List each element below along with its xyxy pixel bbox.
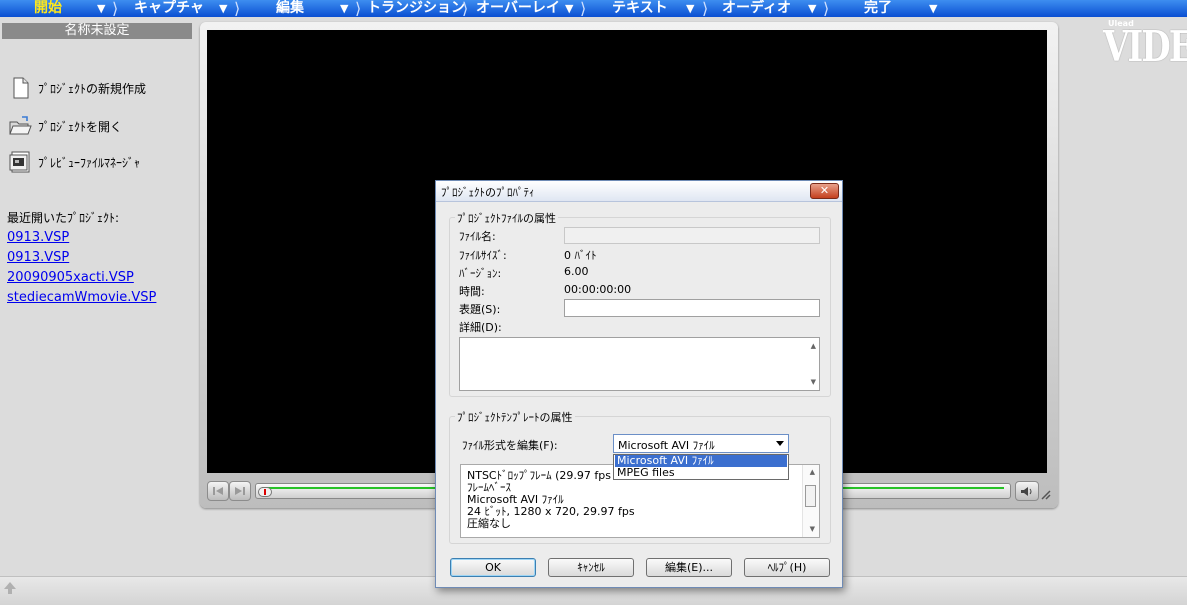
ok-button[interactable]: OK — [450, 558, 536, 577]
step-separator-icon: ⟩ — [234, 0, 241, 17]
scroll-down-icon[interactable]: ▼ — [810, 525, 815, 533]
dialog-titlebar[interactable]: ﾌﾟﾛｼﾞｪｸﾄのﾌﾟﾛﾊﾟﾃｨ ✕ — [436, 181, 842, 202]
step-separator-icon: ⟩ — [355, 0, 362, 17]
volume-button[interactable] — [1015, 481, 1039, 501]
filesize-value: 0 ﾊﾞｲﾄ — [564, 249, 597, 262]
step-finish[interactable]: 完了 — [864, 0, 892, 17]
step-text-label: テキスト — [612, 0, 668, 16]
expand-up-icon[interactable] — [3, 581, 17, 598]
filename-field — [564, 227, 820, 244]
task-preview-file-manager[interactable]: ﾌﾟﾚﾋﾞｭｰﾌｧｲﾙﾏﾈｰｼﾞｬ — [8, 150, 140, 174]
scrollbar-thumb[interactable] — [805, 485, 816, 507]
info-line: 圧縮なし — [467, 517, 511, 530]
file-format-select[interactable]: Microsoft AVI ﾌｧｲﾙ — [613, 434, 789, 453]
step-capture[interactable]: キャプチャ — [134, 0, 204, 17]
speaker-icon — [1021, 487, 1032, 496]
file-format-selected-value: Microsoft AVI ﾌｧｲﾙ — [618, 439, 715, 452]
step-audio-label: オーディオ — [722, 0, 792, 16]
step-text-dropdown-icon[interactable]: ▼ — [686, 2, 694, 15]
step-separator-icon: ⟩ — [112, 0, 119, 17]
edit-button[interactable]: 編集(E)... — [646, 558, 732, 577]
version-label: ﾊﾞｰｼﾞｮﾝ: — [459, 267, 502, 280]
info-scrollbar[interactable]: ▲ ▼ — [802, 465, 819, 537]
step-transition-label: トランジション — [367, 0, 465, 16]
file-attributes-group-label: ﾌﾟﾛｼﾞｪｸﾄﾌｧｲﾙの属性 — [455, 210, 558, 226]
file-format-dropdown-list: Microsoft AVI ﾌｧｲﾙ MPEG files — [613, 454, 789, 480]
file-format-option[interactable]: MPEG files — [615, 467, 787, 479]
filesize-label: ﾌｧｲﾙｻｲｽﾞ: — [459, 249, 507, 262]
task-open-project-label: ﾌﾟﾛｼﾞｪｸﾄを開く — [38, 119, 123, 134]
previous-icon — [213, 487, 223, 495]
previous-frame-button[interactable] — [207, 481, 229, 501]
task-open-project[interactable]: ﾌﾟﾛｼﾞｪｸﾄを開く — [8, 114, 122, 138]
recent-project-link[interactable]: stediecamWmovie.VSP — [7, 290, 156, 305]
step-edit-dropdown-icon[interactable]: ▼ — [340, 2, 348, 15]
step-capture-dropdown-icon[interactable]: ▼ — [219, 2, 227, 15]
recent-projects-title: 最近開いたﾌﾟﾛｼﾞｪｸﾄ: — [7, 211, 120, 225]
file-format-label: ﾌｧｲﾙ形式を編集(F): — [462, 439, 558, 452]
project-properties-dialog: ﾌﾟﾛｼﾞｪｸﾄのﾌﾟﾛﾊﾟﾃｨ ✕ ﾌﾟﾛｼﾞｪｸﾄﾌｧｲﾙの属性 ﾌｧｲﾙ名… — [435, 180, 843, 588]
duration-value: 00:00:00:00 — [564, 283, 632, 296]
step-bar: 開始 ▼ ⟩ キャプチャ ▼ ⟩ 編集 ▼ ⟩ トランジション ⟩ オーバーレイ… — [0, 0, 1187, 17]
step-edit[interactable]: 編集 — [276, 0, 304, 17]
template-attributes-group-label: ﾌﾟﾛｼﾞｪｸﾄﾃﾝﾌﾟﾚｰﾄの属性 — [455, 409, 575, 425]
scroll-up-icon[interactable]: ▲ — [811, 342, 816, 350]
step-separator-icon: ⟩ — [580, 0, 587, 17]
cancel-button[interactable]: ｷｬﾝｾﾙ — [548, 558, 634, 577]
help-button[interactable]: ﾍﾙﾌﾟ(H) — [744, 558, 830, 577]
details-label: 詳細(D): — [459, 321, 502, 334]
step-separator-icon: ⟩ — [702, 0, 709, 17]
new-document-icon — [8, 76, 32, 100]
scrubber-thumb[interactable] — [258, 487, 272, 497]
step-transition[interactable]: トランジション — [367, 0, 465, 17]
videostudio-logo: VIDEOST — [1103, 22, 1187, 72]
version-value: 6.00 — [564, 265, 589, 278]
chevron-down-icon — [776, 441, 784, 446]
recent-project-link[interactable]: 0913.VSP — [7, 250, 69, 265]
step-overlay-label: オーバーレイ — [476, 0, 560, 16]
close-button[interactable]: ✕ — [810, 183, 839, 199]
step-capture-label: キャプチャ — [134, 0, 204, 16]
duration-label: 時間: — [459, 285, 485, 298]
scroll-up-icon[interactable]: ▲ — [810, 468, 815, 476]
preview-file-manager-icon — [8, 150, 32, 174]
task-new-project[interactable]: ﾌﾟﾛｼﾞｪｸﾄの新規作成 — [8, 76, 146, 100]
step-separator-icon: ⟩ — [823, 0, 830, 17]
recent-project-link[interactable]: 0913.VSP — [7, 230, 69, 245]
filename-label: ﾌｧｲﾙ名: — [459, 230, 496, 243]
step-finish-label: 完了 — [864, 0, 892, 16]
dialog-title: ﾌﾟﾛｼﾞｪｸﾄのﾌﾟﾛﾊﾟﾃｨ — [441, 186, 535, 199]
close-icon: ✕ — [819, 184, 830, 197]
next-icon — [235, 487, 245, 495]
step-start-dropdown-icon[interactable]: ▼ — [97, 2, 105, 15]
resize-grip-icon[interactable] — [1041, 489, 1051, 503]
step-overlay-dropdown-icon[interactable]: ▼ — [565, 2, 573, 15]
subject-label: 表題(S): — [459, 303, 501, 316]
step-start-label: 開始 — [34, 0, 62, 16]
subject-input[interactable] — [564, 299, 820, 317]
step-audio-dropdown-icon[interactable]: ▼ — [808, 2, 816, 15]
step-audio[interactable]: オーディオ — [722, 0, 791, 17]
details-textarea[interactable]: ▲ ▼ — [459, 337, 820, 391]
step-finish-dropdown-icon[interactable]: ▼ — [929, 2, 937, 15]
scroll-down-icon[interactable]: ▼ — [811, 378, 816, 386]
project-name: 名称未設定 — [2, 23, 192, 39]
step-start[interactable]: 開始 — [34, 0, 62, 17]
task-preview-file-manager-label: ﾌﾟﾚﾋﾞｭｰﾌｧｲﾙﾏﾈｰｼﾞｬ — [38, 155, 141, 170]
step-text[interactable]: テキスト — [612, 0, 668, 17]
step-overlay[interactable]: オーバーレイ — [476, 0, 560, 17]
open-folder-icon — [8, 114, 32, 138]
step-separator-icon: ⟩ — [462, 0, 469, 17]
recent-project-link[interactable]: 20090905xacti.VSP — [7, 270, 134, 285]
next-frame-button[interactable] — [229, 481, 251, 501]
task-new-project-label: ﾌﾟﾛｼﾞｪｸﾄの新規作成 — [38, 81, 147, 96]
step-edit-label: 編集 — [276, 0, 304, 16]
